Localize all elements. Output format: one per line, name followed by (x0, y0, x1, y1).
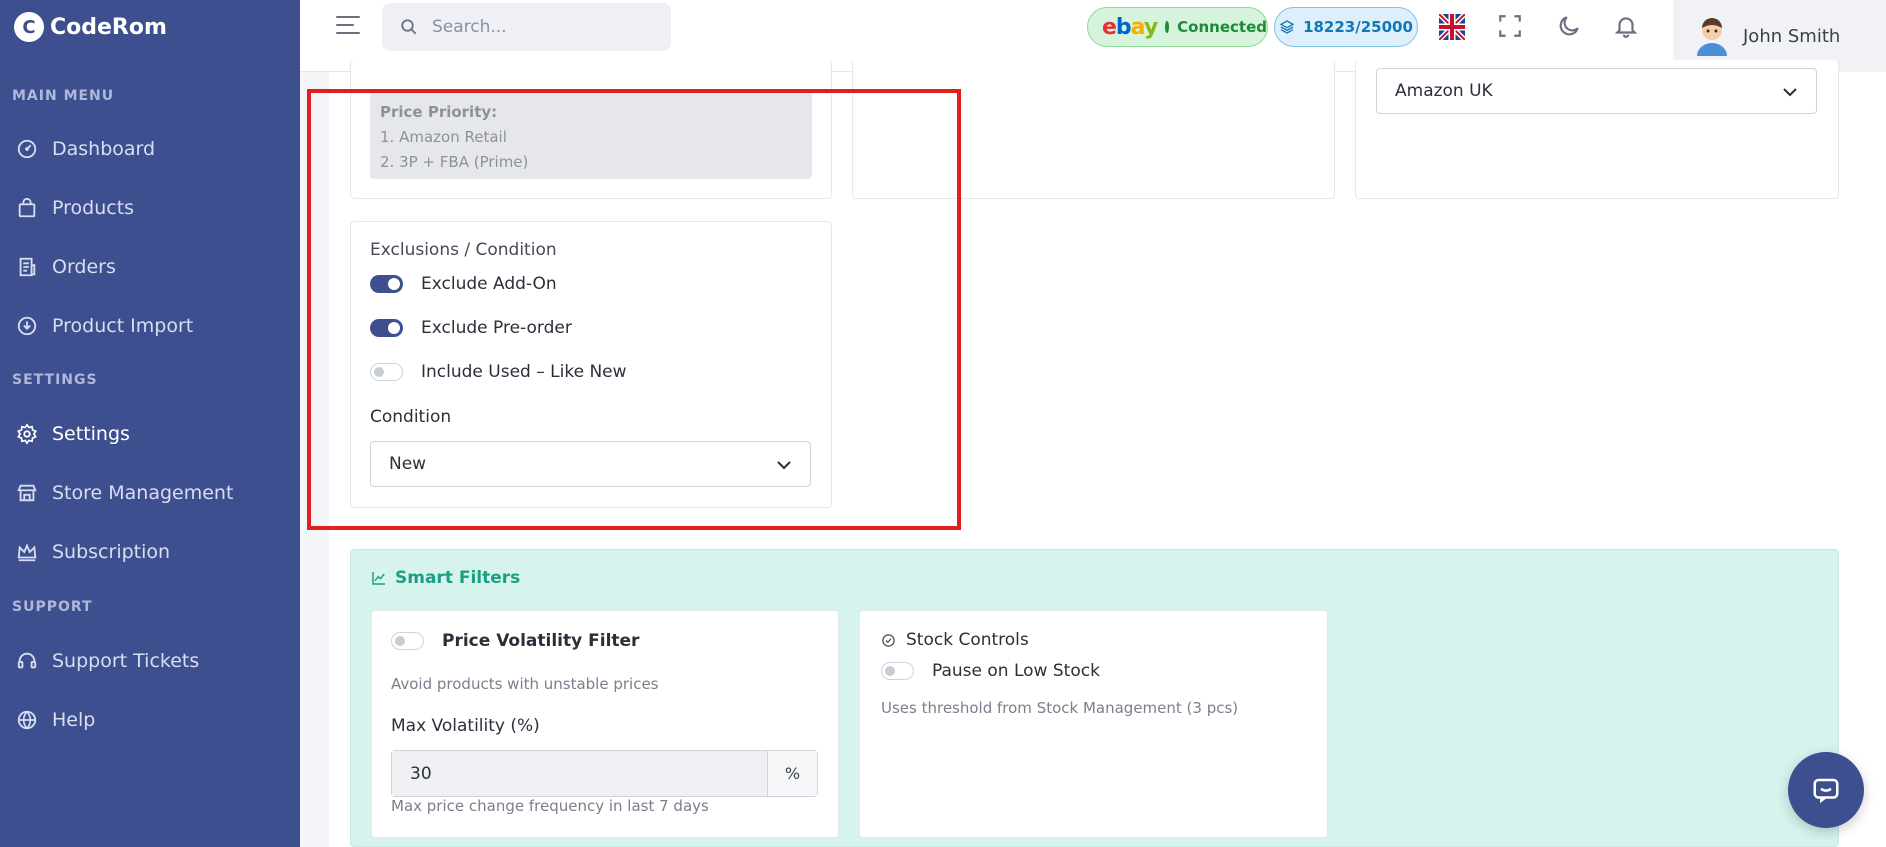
volatility-description: Avoid products with unstable prices (391, 675, 659, 693)
sidebar-item-label: Orders (52, 256, 116, 278)
bell-icon[interactable] (1613, 13, 1639, 39)
highlight-box (307, 89, 961, 530)
marketplace-select-value: Amazon UK (1395, 81, 1493, 101)
sidebar-item-label: Settings (52, 423, 130, 445)
check-circle-icon (882, 633, 895, 647)
chevron-down-icon (1783, 88, 1797, 97)
sidebar-item-help[interactable]: Help (16, 709, 95, 731)
pause-low-stock-row[interactable]: Pause on Low Stock (881, 661, 1100, 681)
max-volatility-input[interactable] (392, 751, 767, 796)
sidebar-item-label: Products (52, 197, 135, 219)
chat-button[interactable] (1788, 752, 1864, 828)
credits-badge[interactable]: 18223/25000 (1274, 7, 1418, 47)
chat-icon (1813, 778, 1839, 804)
download-icon (17, 316, 37, 336)
sidebar-item-label: Help (52, 709, 96, 731)
sidebar-item-settings[interactable]: Settings (16, 423, 130, 445)
sidebar-item-product-import[interactable]: Product Import (16, 315, 193, 337)
layers-icon (1279, 20, 1295, 34)
gear-icon (17, 423, 37, 445)
ebay-status-text: Connected (1177, 18, 1267, 36)
volatility-toggle[interactable] (391, 632, 424, 650)
max-volatility-label: Max Volatility (%) (391, 716, 540, 736)
percent-addon: % (767, 751, 817, 796)
receipt-icon (19, 257, 36, 277)
crown-icon (17, 543, 37, 562)
stock-description: Uses threshold from Stock Management (3 … (881, 699, 1239, 717)
avatar (1697, 18, 1727, 56)
marketplace-select[interactable]: Amazon UK (1376, 68, 1817, 114)
fullscreen-icon[interactable] (1497, 13, 1523, 39)
sidebar-item-products[interactable]: Products (16, 197, 134, 219)
sidebar-item-label: Store Management (52, 482, 234, 504)
connected-dot-icon (1165, 21, 1170, 33)
search-input[interactable] (432, 17, 632, 37)
smart-filters-title: Smart Filters (371, 568, 520, 588)
max-volatility-hint: Max price change frequency in last 7 day… (391, 797, 709, 815)
ebay-logo-icon: ebay (1102, 14, 1158, 40)
sidebar-item-label: Dashboard (52, 138, 156, 160)
sidebar-item-orders[interactable]: Orders (16, 256, 116, 278)
sidebar-item-store-management[interactable]: Store Management (16, 482, 233, 504)
globe-icon (17, 710, 37, 730)
uk-flag-icon[interactable] (1439, 14, 1465, 40)
coderom-logo-icon: C (14, 12, 44, 42)
volatility-row[interactable]: Price Volatility Filter (391, 631, 639, 651)
pause-low-stock-label: Pause on Low Stock (932, 661, 1100, 681)
section-label-support: SUPPORT (12, 599, 93, 615)
ebay-status-badge[interactable]: ebay Connected (1087, 7, 1268, 47)
headset-icon (17, 652, 37, 669)
menu-toggle-icon[interactable] (336, 16, 364, 38)
section-label-main-menu: MAIN MENU (12, 88, 115, 104)
brand-logo[interactable]: C CodeRom (14, 12, 167, 42)
credits-count: 18223/25000 (1303, 18, 1413, 36)
search-bar[interactable] (382, 3, 671, 51)
search-icon (401, 19, 417, 35)
moon-icon[interactable] (1556, 13, 1582, 39)
dashboard-icon (17, 139, 37, 159)
user-name: John Smith (1743, 25, 1841, 47)
max-volatility-group: % (391, 750, 818, 797)
sidebar-item-support-tickets[interactable]: Support Tickets (16, 650, 199, 672)
bag-icon (18, 197, 36, 218)
pause-low-stock-toggle[interactable] (881, 662, 914, 680)
sidebar-item-label: Support Tickets (52, 650, 200, 672)
sidebar-item-dashboard[interactable]: Dashboard (16, 138, 155, 160)
stock-controls-title: Stock Controls (881, 630, 1029, 650)
store-icon (17, 484, 37, 502)
sidebar-item-subscription[interactable]: Subscription (16, 541, 170, 563)
sidebar: C CodeRom MAIN MENU Dashboard Products O… (0, 0, 300, 847)
sidebar-item-label: Subscription (52, 541, 171, 563)
chart-line-icon (372, 572, 385, 585)
sidebar-item-label: Product Import (52, 315, 194, 337)
brand-name: CodeRom (50, 14, 167, 40)
section-label-settings: SETTINGS (12, 372, 98, 388)
volatility-label: Price Volatility Filter (442, 631, 640, 651)
